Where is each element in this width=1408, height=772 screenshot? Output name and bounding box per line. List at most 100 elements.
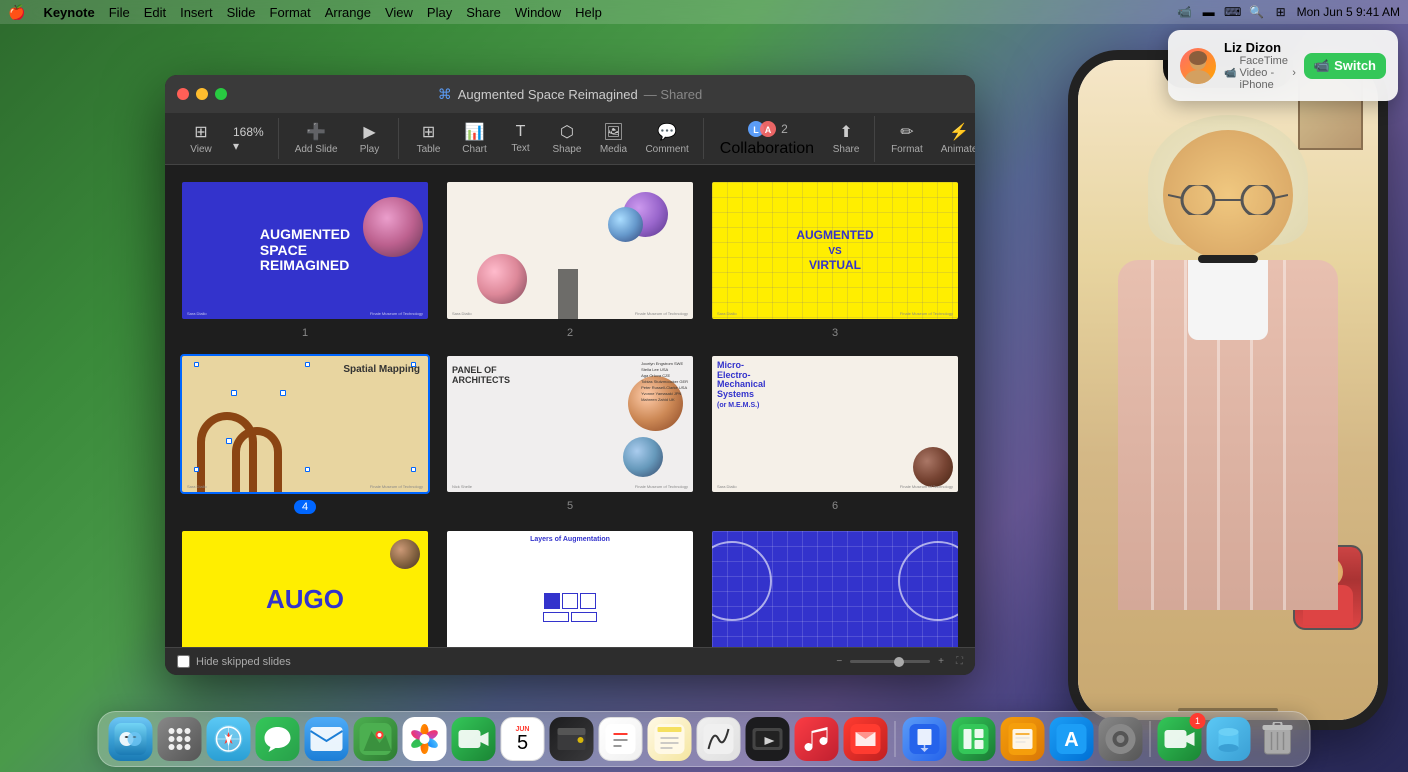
dock-facetime[interactable] — [452, 717, 496, 761]
slide-thumb-2[interactable]: Sara Diallo Finale Museum of Technology — [445, 180, 695, 321]
menu-edit[interactable]: Edit — [144, 5, 166, 20]
menu-insert[interactable]: Insert — [180, 5, 213, 20]
dock-tv[interactable] — [746, 717, 790, 761]
keynote-window: ⌘ Augmented Space Reimagined — Shared ⊞ … — [165, 75, 975, 675]
menu-file[interactable]: File — [109, 5, 130, 20]
toolbar-shape-btn[interactable]: ⬡ Shape — [545, 118, 590, 159]
dock-sysprefs[interactable] — [1099, 717, 1143, 761]
toolbar-collaboration-btn[interactable]: L A 2 Collaboration — [712, 116, 822, 162]
window-title: ⌘ Augmented Space Reimagined — Shared — [438, 86, 703, 103]
menu-help[interactable]: Help — [575, 5, 602, 20]
toolbar-view-btn[interactable]: ⊞ View — [179, 118, 223, 159]
slide-thumb-8[interactable]: Layers of Augmentation Sara Diallo — [445, 529, 695, 647]
maximize-button[interactable] — [215, 88, 227, 100]
dock-reminders[interactable] — [599, 717, 643, 761]
menu-arrange[interactable]: Arrange — [325, 5, 371, 20]
comment-label: Comment — [645, 144, 688, 155]
wifi-icon[interactable]: ⌨ — [1225, 4, 1241, 20]
selection-handle-tr — [411, 362, 416, 367]
slide-item-7[interactable]: AUGO Sara Diallo Finale Museum of Techno… — [180, 529, 430, 647]
slide-thumb-3[interactable]: Augmented VS Virtual Sara Diallo Finale … — [710, 180, 960, 321]
toolbar-media-btn[interactable]: 🖼 Media — [591, 118, 635, 159]
slide-thumb-9[interactable]: PHYSICAL AUGMENTED VIRTUAL Sara Diallo F… — [710, 529, 960, 647]
zoom-slider[interactable] — [850, 660, 930, 663]
hide-skipped-checkbox[interactable]: Hide skipped slides — [177, 655, 291, 668]
toolbar-text-btn[interactable]: T Text — [499, 119, 543, 158]
collaboration-label: Collaboration — [720, 140, 814, 158]
toolbar-share-btn[interactable]: ⬆ Share — [824, 118, 868, 159]
dock-freeform[interactable] — [697, 717, 741, 761]
minimize-button[interactable] — [196, 88, 208, 100]
slide-item-6[interactable]: Micro-Electro-MechanicalSystems(or M.E.M… — [710, 354, 960, 515]
facetime-switch-button[interactable]: 📹 Switch — [1304, 53, 1386, 79]
dock-news[interactable] — [844, 717, 888, 761]
slide-item-9[interactable]: PHYSICAL AUGMENTED VIRTUAL Sara Diallo F… — [710, 529, 960, 647]
toolbar-view-group: ⊞ View 168% ▾ Zoom — [173, 118, 279, 159]
dock-notes[interactable] — [648, 717, 692, 761]
close-button[interactable] — [177, 88, 189, 100]
apple-menu[interactable]: 🍎 — [8, 4, 25, 21]
slide-item-1[interactable]: AUGMENTEDSPACEREIMAGINED Sara Diallo Fin… — [180, 180, 430, 339]
camera-icon[interactable]: 📹 — [1177, 4, 1193, 20]
slide-thumb-7[interactable]: AUGO Sara Diallo Finale Museum of Techno… — [180, 529, 430, 647]
toolbar-chart-btn[interactable]: 📊 Chart — [453, 118, 497, 159]
menu-window[interactable]: Window — [515, 5, 561, 20]
dock-datajar[interactable] — [1207, 717, 1251, 761]
media-label: Media — [600, 144, 627, 155]
toolbar-format-btn[interactable]: ✏ Format — [883, 118, 931, 159]
slide4-arch2 — [232, 427, 282, 492]
control-center-icon[interactable]: ⊞ — [1273, 4, 1289, 20]
slide-item-2[interactable]: Sara Diallo Finale Museum of Technology … — [445, 180, 695, 339]
slide3-line2: Virtual — [809, 258, 861, 272]
toolbar-animate-btn[interactable]: ⚡ Animate — [933, 118, 975, 159]
checkbox-input[interactable] — [177, 655, 190, 668]
selection-handle-tc — [305, 362, 310, 367]
dock-facetime2[interactable]: 1 — [1158, 717, 1202, 761]
dock-safari[interactable] — [207, 717, 251, 761]
dock-finder[interactable] — [109, 717, 153, 761]
dock-appstore[interactable]: A — [1050, 717, 1094, 761]
toolbar-comment-btn[interactable]: 💬 Comment — [637, 118, 696, 159]
slide-item-5[interactable]: PANEL OFARCHITECTS Jocelyn Engstrom SWE … — [445, 354, 695, 515]
menu-play[interactable]: Play — [427, 5, 452, 20]
menu-view[interactable]: View — [385, 5, 413, 20]
animate-icon: ⚡ — [949, 122, 969, 142]
slide-thumb-6[interactable]: Micro-Electro-MechanicalSystems(or M.E.M… — [710, 354, 960, 495]
slide-thumb-5[interactable]: PANEL OFARCHITECTS Jocelyn Engstrom SWE … — [445, 354, 695, 495]
dock-photos[interactable] — [403, 717, 447, 761]
zoom-increase-btn[interactable]: + — [938, 656, 944, 667]
menu-slide[interactable]: Slide — [227, 5, 256, 20]
zoom-decrease-btn[interactable]: − — [836, 656, 842, 667]
slide-item-3[interactable]: Augmented VS Virtual Sara Diallo Finale … — [710, 180, 960, 339]
slide-item-4[interactable]: Spatial Mapping Sara Diallo Finale Museu… — [180, 354, 430, 515]
stripe-5 — [1283, 260, 1286, 610]
zoom-fullscreen-btn[interactable]: ⛶ — [956, 656, 963, 667]
toolbar-right-group: ✏ Format ⚡ Animate 📄 Document — [877, 118, 975, 159]
dock-pages[interactable] — [1001, 717, 1045, 761]
menu-format[interactable]: Format — [270, 5, 311, 20]
menu-share[interactable]: Share — [466, 5, 501, 20]
dock-trash[interactable] — [1256, 717, 1300, 761]
dock-keynote[interactable] — [903, 717, 947, 761]
dock-launchpad[interactable] — [158, 717, 202, 761]
slide-thumb-1[interactable]: AUGMENTEDSPACEREIMAGINED Sara Diallo Fin… — [180, 180, 430, 321]
slide-thumb-4[interactable]: Spatial Mapping Sara Diallo Finale Museu… — [180, 354, 430, 495]
facetime-arrow: › — [1292, 67, 1296, 79]
slide-item-8[interactable]: Layers of Augmentation Sara Diallo — [445, 529, 695, 647]
dock-calendar[interactable]: JUN 5 — [501, 717, 545, 761]
dock-messages[interactable] — [256, 717, 300, 761]
dock-mail[interactable] — [305, 717, 349, 761]
search-icon[interactable]: 🔍 — [1249, 4, 1265, 20]
toolbar-zoom-btn[interactable]: 168% ▾ Zoom — [225, 121, 272, 157]
toolbar-addslide-btn[interactable]: ➕ Add Slide — [287, 118, 346, 159]
facetime-caller-name: Liz Dizon — [1224, 40, 1296, 55]
toolbar-play-btn[interactable]: ▶ Play — [348, 118, 392, 159]
toolbar-table-btn[interactable]: ⊞ Table — [407, 118, 451, 159]
slide3-text: Augmented VS Virtual — [796, 228, 873, 272]
dock-maps[interactable] — [354, 717, 398, 761]
app-name[interactable]: Keynote — [43, 5, 94, 20]
dock-music[interactable] — [795, 717, 839, 761]
dock-wallet[interactable] — [550, 717, 594, 761]
slide8-content — [452, 551, 688, 647]
dock-numbers[interactable] — [952, 717, 996, 761]
